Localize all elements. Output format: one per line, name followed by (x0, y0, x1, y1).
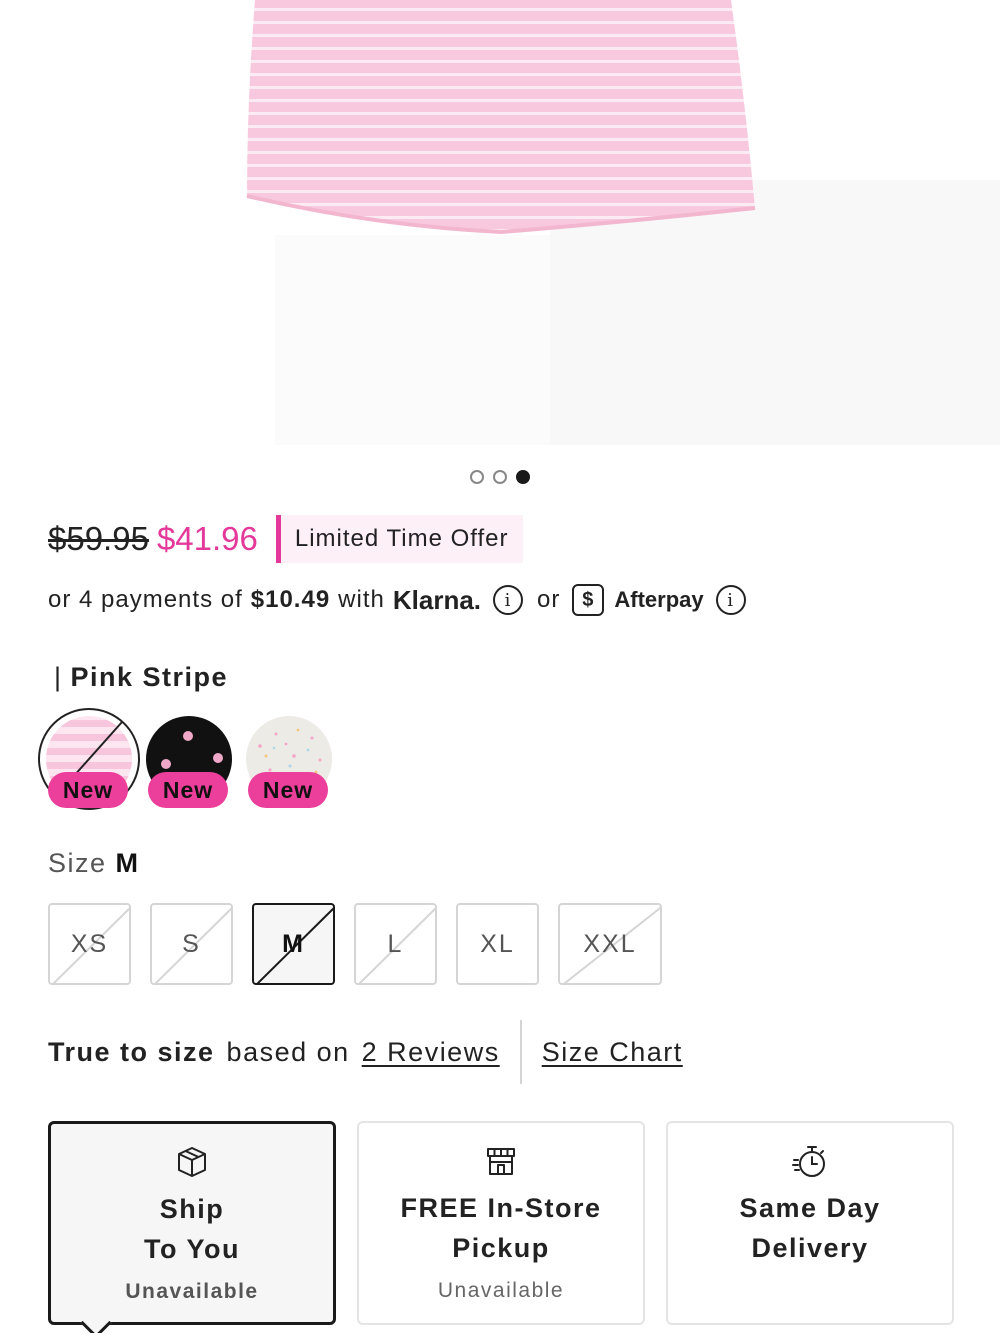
new-badge: New (248, 772, 328, 808)
size-label-text: Size (48, 848, 107, 878)
delivery-status: Unavailable (125, 1280, 259, 1303)
new-badge: New (148, 772, 228, 808)
delivery-options: Ship To You Unavailable FREE In-Store Pi… (48, 1121, 954, 1333)
color-label-bar: | (54, 662, 63, 692)
delivery-option-ship-to-you[interactable]: Ship To You Unavailable (48, 1121, 336, 1333)
size-chart-link[interactable]: Size Chart (542, 1037, 683, 1068)
size-label: Size M (48, 848, 140, 879)
size-option-label: XXL (583, 929, 637, 958)
product-image[interactable] (0, 0, 1000, 445)
size-option-m[interactable]: M (252, 903, 335, 985)
klarna-info-icon[interactable]: i (493, 585, 524, 615)
sale-price: $41.96 (156, 520, 258, 557)
fit-summary: True to size based on 2 Reviews Size Cha… (48, 1020, 683, 1084)
delivery-status: Unavailable (437, 1279, 565, 1302)
installment-payments: or 4 payments of $10.49 with Klarna. i o… (48, 580, 746, 620)
size-option-label: XL (480, 929, 515, 958)
box-icon (51, 1144, 333, 1182)
fit-based-on: based on (226, 1036, 350, 1067)
size-option-label: M (282, 929, 305, 958)
size-option-l[interactable]: L (354, 903, 437, 985)
delivery-title-line2: Delivery (751, 1233, 869, 1263)
selected-size: M (115, 848, 140, 878)
swatch-heather-confetti[interactable]: New (238, 708, 338, 808)
delivery-title-line2: Pickup (452, 1233, 550, 1263)
payment-amount: $10.49 (250, 586, 331, 613)
original-price: $59.95 (48, 520, 149, 557)
fit-rating: True to size (48, 1036, 215, 1067)
payments-prefix: or 4 payments of (48, 586, 243, 613)
color-swatches: New New New (38, 708, 348, 813)
divider (519, 1020, 522, 1084)
afterpay-info-icon[interactable]: i (715, 585, 746, 615)
carousel-dots[interactable] (470, 470, 530, 484)
size-option-label: L (387, 929, 404, 958)
stopwatch-icon (668, 1143, 952, 1181)
size-option-label: S (182, 929, 201, 958)
afterpay-logo: Afterpay (614, 587, 704, 612)
store-icon (359, 1143, 643, 1181)
delivery-title-line1: FREE In-Store (400, 1193, 602, 1223)
size-option-label: XS (70, 929, 109, 958)
selected-pointer (80, 1307, 112, 1333)
new-badge: New (48, 772, 128, 808)
delivery-option-in-store-pickup[interactable]: FREE In-Store Pickup Unavailable (357, 1121, 645, 1325)
carousel-dot-2[interactable] (493, 470, 507, 484)
carousel-dot-1[interactable] (470, 470, 484, 484)
carousel-dot-3-active[interactable] (516, 470, 530, 484)
delivery-title-line1: Ship (159, 1194, 225, 1224)
swatch-black-dots[interactable]: New (138, 708, 238, 808)
payments-or: or (537, 586, 561, 613)
selected-color-label: | Pink Stripe (54, 662, 228, 693)
selected-color-name: Pink Stripe (70, 662, 229, 692)
promo-badge: Limited Time Offer (275, 515, 523, 563)
size-option-xxl[interactable]: XXL (558, 903, 662, 985)
delivery-option-same-day[interactable]: Same Day Delivery (666, 1121, 954, 1325)
reviews-link[interactable]: 2 Reviews (362, 1037, 500, 1068)
afterpay-badge-icon: $ (572, 584, 605, 616)
delivery-title-line2: To You (144, 1234, 240, 1264)
klarna-logo: Klarna. (392, 584, 482, 615)
delivery-title-line1: Same Day (739, 1193, 881, 1223)
price-row: $59.95 $41.96 Limited Time Offer (48, 514, 523, 564)
size-option-xs[interactable]: XS (48, 903, 131, 985)
size-option-xl[interactable]: XL (456, 903, 539, 985)
pink-stripe-shirt-image (246, 0, 756, 235)
payments-with: with (338, 586, 385, 613)
size-option-s[interactable]: S (150, 903, 233, 985)
swatch-pink-stripe[interactable]: New (38, 708, 140, 810)
